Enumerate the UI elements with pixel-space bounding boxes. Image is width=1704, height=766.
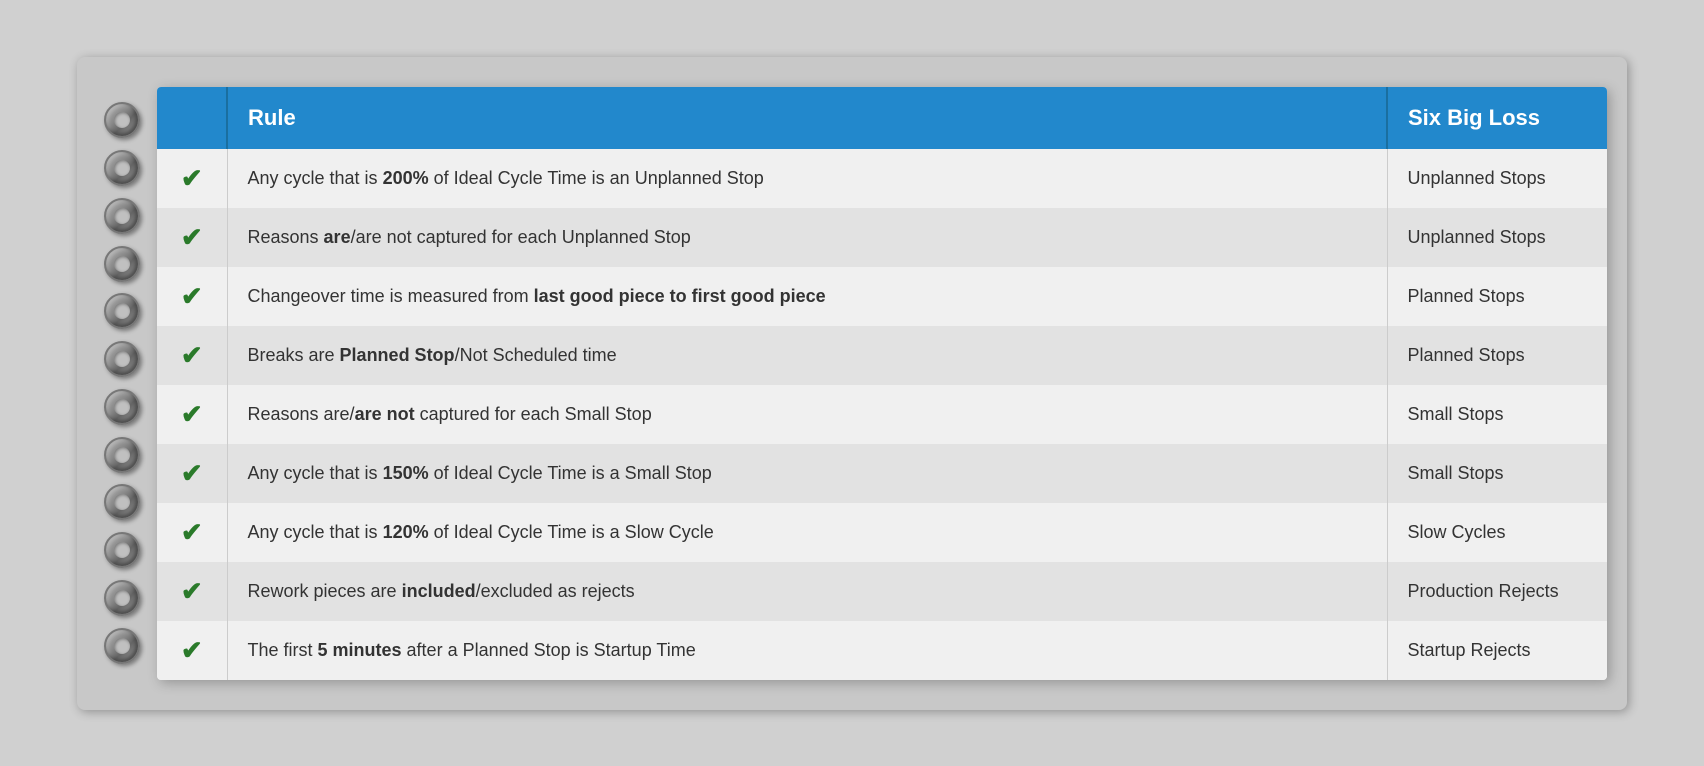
header-sixbigloss-col: Six Big Loss (1387, 87, 1607, 149)
checkmark-cell: ✔ (157, 385, 227, 444)
table-row: ✔ Changeover time is measured from last g… (157, 267, 1607, 326)
header-check-col (157, 87, 227, 149)
checkmark-icon: ✔ (181, 163, 203, 193)
spiral-ring (104, 150, 140, 186)
checkmark-cell: ✔ (157, 149, 227, 208)
sixbigloss-cell: Startup Rejects (1387, 621, 1607, 680)
sixbigloss-cell: Unplanned Stops (1387, 149, 1607, 208)
table-row: ✔ Reasons are/are not captured for each U… (157, 208, 1607, 267)
table-row: ✔ The first 5 minutes after a Planned Sto… (157, 621, 1607, 680)
checkmark-cell: ✔ (157, 503, 227, 562)
rule-cell: Reasons are/are not captured for each Sm… (227, 385, 1387, 444)
checkmark-icon: ✔ (181, 517, 203, 547)
table-row: ✔ Rework pieces are included/excluded as … (157, 562, 1607, 621)
sixbigloss-cell: Slow Cycles (1387, 503, 1607, 562)
spiral-binding (87, 87, 157, 680)
checkmark-icon: ✔ (181, 635, 203, 665)
checkmark-cell: ✔ (157, 267, 227, 326)
rule-cell: The first 5 minutes after a Planned Stop… (227, 621, 1387, 680)
rule-cell: Changeover time is measured from last go… (227, 267, 1387, 326)
header-rule-col: Rule (227, 87, 1387, 149)
spiral-ring (104, 580, 140, 616)
sixbigloss-cell: Planned Stops (1387, 267, 1607, 326)
sixbigloss-cell: Small Stops (1387, 444, 1607, 503)
table-row: ✔ Breaks are Planned Stop/Not Scheduled t… (157, 326, 1607, 385)
spiral-ring (104, 198, 140, 234)
checkmark-cell: ✔ (157, 326, 227, 385)
table-row: ✔ Any cycle that is 120% of Ideal Cycle T… (157, 503, 1607, 562)
table-row: ✔ Any cycle that is 200% of Ideal Cycle T… (157, 149, 1607, 208)
table-row: ✔ Reasons are/are not captured for each S… (157, 385, 1607, 444)
rule-cell: Reasons are/are not captured for each Un… (227, 208, 1387, 267)
checkmark-icon: ✔ (181, 576, 203, 606)
sixbigloss-cell: Production Rejects (1387, 562, 1607, 621)
spiral-ring (104, 293, 140, 329)
checkmark-cell: ✔ (157, 208, 227, 267)
checkmark-icon: ✔ (181, 340, 203, 370)
rules-table: Rule Six Big Loss ✔ Any cycle that is 200… (157, 87, 1607, 680)
checkmark-icon: ✔ (181, 399, 203, 429)
page-wrapper: Rule Six Big Loss ✔ Any cycle that is 200… (77, 57, 1627, 710)
spiral-ring (104, 341, 140, 377)
rule-cell: Breaks are Planned Stop/Not Scheduled ti… (227, 326, 1387, 385)
spiral-ring (104, 532, 140, 568)
spiral-ring (104, 389, 140, 425)
spiral-ring (104, 246, 140, 282)
spiral-ring (104, 628, 140, 664)
sixbigloss-cell: Planned Stops (1387, 326, 1607, 385)
checkmark-cell: ✔ (157, 562, 227, 621)
checkmark-icon: ✔ (181, 281, 203, 311)
checkmark-icon: ✔ (181, 458, 203, 488)
rule-cell: Any cycle that is 200% of Ideal Cycle Ti… (227, 149, 1387, 208)
checkmark-cell: ✔ (157, 444, 227, 503)
sixbigloss-cell: Small Stops (1387, 385, 1607, 444)
notebook: Rule Six Big Loss ✔ Any cycle that is 200… (157, 87, 1607, 680)
checkmark-icon: ✔ (181, 222, 203, 252)
rule-cell: Rework pieces are included/excluded as r… (227, 562, 1387, 621)
sixbigloss-cell: Unplanned Stops (1387, 208, 1607, 267)
rule-cell: Any cycle that is 120% of Ideal Cycle Ti… (227, 503, 1387, 562)
spiral-ring (104, 437, 140, 473)
table-row: ✔ Any cycle that is 150% of Ideal Cycle T… (157, 444, 1607, 503)
spiral-ring (104, 102, 140, 138)
checkmark-cell: ✔ (157, 621, 227, 680)
spiral-ring (104, 484, 140, 520)
table-header-row: Rule Six Big Loss (157, 87, 1607, 149)
rule-cell: Any cycle that is 150% of Ideal Cycle Ti… (227, 444, 1387, 503)
